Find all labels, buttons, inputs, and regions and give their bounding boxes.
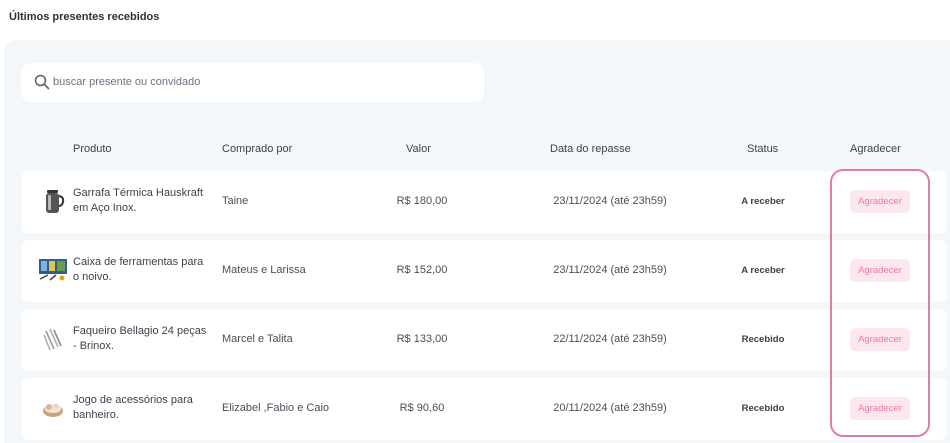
buyer-name: Mateus e Larissa	[222, 264, 306, 276]
product-name: Caixa de ferramentas para o noivo.	[73, 256, 204, 283]
gift-value: R$ 180,00	[396, 195, 448, 207]
buyer-name: Elizabel ,Fabio e Caio	[222, 402, 330, 414]
table-row: Garrafa Térmica Hauskraft em Aço Inox. T…	[22, 171, 946, 233]
table-row: Jogo de acessórios para banheiro. Elizab…	[22, 378, 946, 440]
header-comprado-por: Comprado por	[222, 143, 293, 155]
status-badge: A receber	[741, 265, 785, 276]
header-agradecer: Agradecer	[850, 143, 901, 155]
buyer-name: Marcel e Talita	[222, 333, 293, 345]
product-name: Garrafa Térmica Hauskraft em Aço Inox.	[73, 187, 204, 214]
search-icon	[34, 74, 50, 90]
toolbox-icon	[39, 259, 67, 281]
transfer-date: 22/11/2024 (até 23h59)	[553, 333, 667, 345]
cutlery-icon	[43, 328, 62, 351]
transfer-date: 20/11/2024 (até 23h59)	[553, 402, 667, 414]
header-data-repasse: Data do repasse	[550, 143, 631, 155]
status-badge: Recebido	[741, 334, 785, 345]
search-input[interactable]	[53, 71, 473, 93]
table-row: Caixa de ferramentas para o noivo. Mateu…	[22, 240, 946, 302]
header-status: Status	[747, 143, 779, 155]
gift-value: R$ 90,60	[399, 402, 445, 414]
transfer-date: 23/11/2024 (até 23h59)	[553, 195, 667, 207]
status-badge: Recebido	[741, 403, 785, 414]
table-header: Produto Comprado por Valor Data do repas…	[0, 140, 950, 158]
transfer-date: 23/11/2024 (até 23h59)	[553, 264, 667, 276]
bath-accessories-icon	[43, 403, 63, 417]
thermos-icon	[46, 190, 65, 213]
header-produto: Produto	[73, 143, 112, 155]
status-badge: A receber	[741, 196, 785, 207]
section-title: Últimos presentes recebidos	[9, 11, 160, 23]
product-name: Faqueiro Bellagio 24 peças - Brinox.	[73, 325, 207, 352]
product-name: Jogo de acessórios para banheiro.	[73, 394, 193, 421]
header-valor: Valor	[406, 143, 431, 155]
table-row: Faqueiro Bellagio 24 peças - Brinox. Mar…	[22, 309, 946, 371]
gift-value: R$ 152,00	[396, 264, 448, 276]
thank-column-highlight	[830, 169, 930, 437]
search-box[interactable]	[21, 63, 484, 102]
buyer-name: Taine	[222, 195, 249, 207]
gift-value: R$ 133,00	[396, 333, 448, 345]
